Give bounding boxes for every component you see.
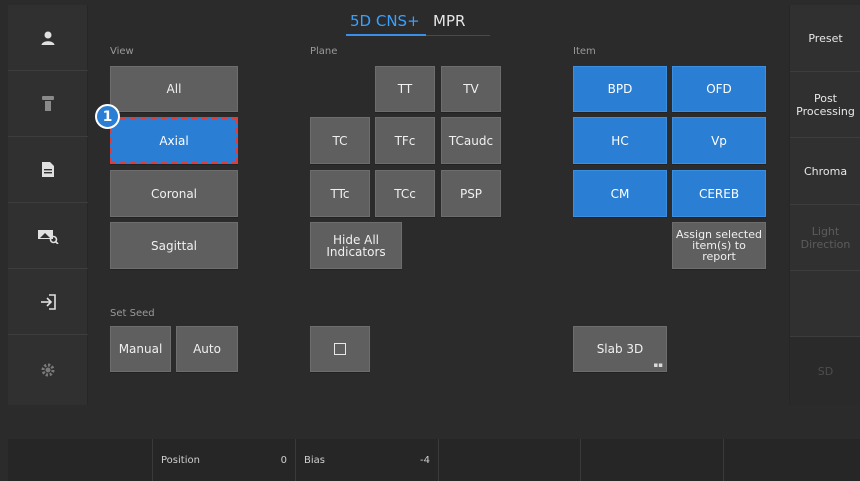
item-section-label: Item [573, 46, 596, 57]
bias-label: Bias [304, 455, 325, 466]
sd-button[interactable]: SD [790, 337, 860, 405]
item-cm-button[interactable]: CM [573, 170, 667, 217]
plane-ttc-label: TTc [330, 186, 350, 201]
item-vp-label: Vp [711, 133, 727, 148]
left-rail [8, 5, 88, 405]
exit-icon [41, 293, 56, 310]
bottom-cell-empty [581, 439, 724, 481]
view-coronal-button[interactable]: Coronal [110, 170, 238, 217]
item-bpd-button[interactable]: BPD [573, 66, 667, 112]
chroma-button[interactable]: Chroma [790, 138, 860, 205]
bottom-cell-empty [8, 439, 153, 481]
seed-auto-label: Auto [193, 342, 221, 356]
item-ofd-label: OFD [706, 82, 732, 96]
toggle-checkbox-button[interactable] [310, 326, 370, 372]
user-icon [41, 31, 55, 45]
plane-tcaudc-button[interactable]: TCaudc [441, 117, 501, 164]
view-all-label: All [166, 82, 182, 96]
position-label: Position [161, 455, 200, 466]
checkbox-icon [334, 343, 346, 355]
plane-tc-label: TC [332, 133, 348, 148]
tab-divider [426, 35, 490, 36]
seed-manual-button[interactable]: Manual [110, 326, 171, 372]
chroma-label: Chroma [803, 164, 848, 178]
view-sagittal-label: Sagittal [150, 238, 198, 253]
preset-button[interactable]: Preset [790, 5, 860, 72]
seed-manual-label: Manual [118, 342, 163, 356]
item-hc-label: HC [611, 133, 629, 148]
report-button[interactable] [8, 137, 88, 203]
post-processing-button[interactable]: Post Processing [790, 72, 860, 138]
view-all-button[interactable]: All [110, 66, 238, 112]
post-processing-label: Post Processing [796, 91, 855, 118]
gear-icon [41, 363, 55, 377]
item-cereb-button[interactable]: CEREB [672, 170, 766, 217]
plane-tcc-button[interactable]: TCc [375, 170, 435, 217]
bias-value: -4 [420, 455, 430, 466]
sd-label: SD [817, 364, 834, 378]
view-axial-button[interactable]: Axial [110, 117, 238, 164]
plane-tt-label: TT [397, 82, 413, 96]
item-cm-label: CM [610, 186, 630, 201]
position-control[interactable]: Position 0 [153, 439, 296, 481]
plane-psp-label: PSP [459, 186, 483, 201]
image-search-icon [38, 229, 59, 244]
bottom-bar: Position 0 Bias -4 [8, 439, 860, 481]
slab-3d-label: Slab 3D [596, 342, 644, 356]
item-vp-button[interactable]: Vp [672, 117, 766, 164]
item-cereb-label: CEREB [698, 186, 740, 201]
plane-tcaudc-label: TCaudc [448, 133, 494, 148]
patient-button[interactable] [8, 5, 88, 71]
item-bpd-label: BPD [607, 82, 633, 96]
plane-ttc-button[interactable]: TTc [310, 170, 370, 217]
plane-tv-label: TV [463, 82, 479, 96]
seed-auto-button[interactable]: Auto [176, 326, 238, 372]
bias-control[interactable]: Bias -4 [296, 439, 439, 481]
position-value: 0 [280, 455, 287, 466]
light-direction-label: Light Direction [800, 224, 851, 251]
document-icon [42, 162, 54, 177]
more-options-icon: ▪▪ [653, 361, 664, 369]
slab-3d-button[interactable]: Slab 3D ▪▪ [573, 326, 667, 372]
set-seed-section-label: Set Seed [110, 308, 155, 319]
light-direction-button[interactable]: Light Direction [790, 205, 860, 271]
view-coronal-label: Coronal [150, 186, 198, 201]
assign-to-report-button[interactable]: Assign selected item(s) to report [672, 222, 766, 269]
ultrasound-control-screen: 5D CNS+ MPR View Plane Item Set Seed All… [0, 0, 860, 481]
bottom-cell-empty [439, 439, 581, 481]
plane-tfc-button[interactable]: TFc [375, 117, 435, 164]
end-exam-button[interactable] [8, 269, 88, 335]
assign-to-report-label: Assign selected item(s) to report [676, 228, 762, 263]
view-axial-label: Axial [159, 133, 189, 148]
view-sagittal-button[interactable]: Sagittal [110, 222, 238, 269]
active-tab-indicator [346, 34, 426, 36]
plane-section-label: Plane [310, 46, 338, 57]
bottom-cell-empty [724, 439, 860, 481]
probe-icon [42, 95, 54, 111]
step-number-badge: 1 [95, 104, 120, 129]
item-hc-button[interactable]: HC [573, 117, 667, 164]
plane-psp-button[interactable]: PSP [441, 170, 501, 217]
plane-tc-button[interactable]: TC [310, 117, 370, 164]
view-section-label: View [110, 46, 134, 57]
empty-slot [790, 271, 860, 337]
tab-5d-cns[interactable]: 5D CNS+ [350, 11, 420, 31]
plane-tcc-label: TCc [394, 186, 416, 201]
hide-all-indicators-button[interactable]: Hide All Indicators [310, 222, 402, 269]
plane-tv-button[interactable]: TV [441, 66, 501, 112]
item-ofd-button[interactable]: OFD [672, 66, 766, 112]
probe-button[interactable] [8, 71, 88, 137]
review-button[interactable] [8, 203, 88, 269]
right-rail: Preset Post Processing Chroma Light Dire… [789, 5, 860, 405]
preset-label: Preset [808, 31, 843, 45]
hide-all-indicators-label: Hide All Indicators [326, 232, 386, 259]
tab-mpr[interactable]: MPR [433, 11, 465, 31]
plane-tfc-label: TFc [394, 133, 416, 148]
plane-tt-button[interactable]: TT [375, 66, 435, 112]
settings-button[interactable] [8, 335, 88, 405]
